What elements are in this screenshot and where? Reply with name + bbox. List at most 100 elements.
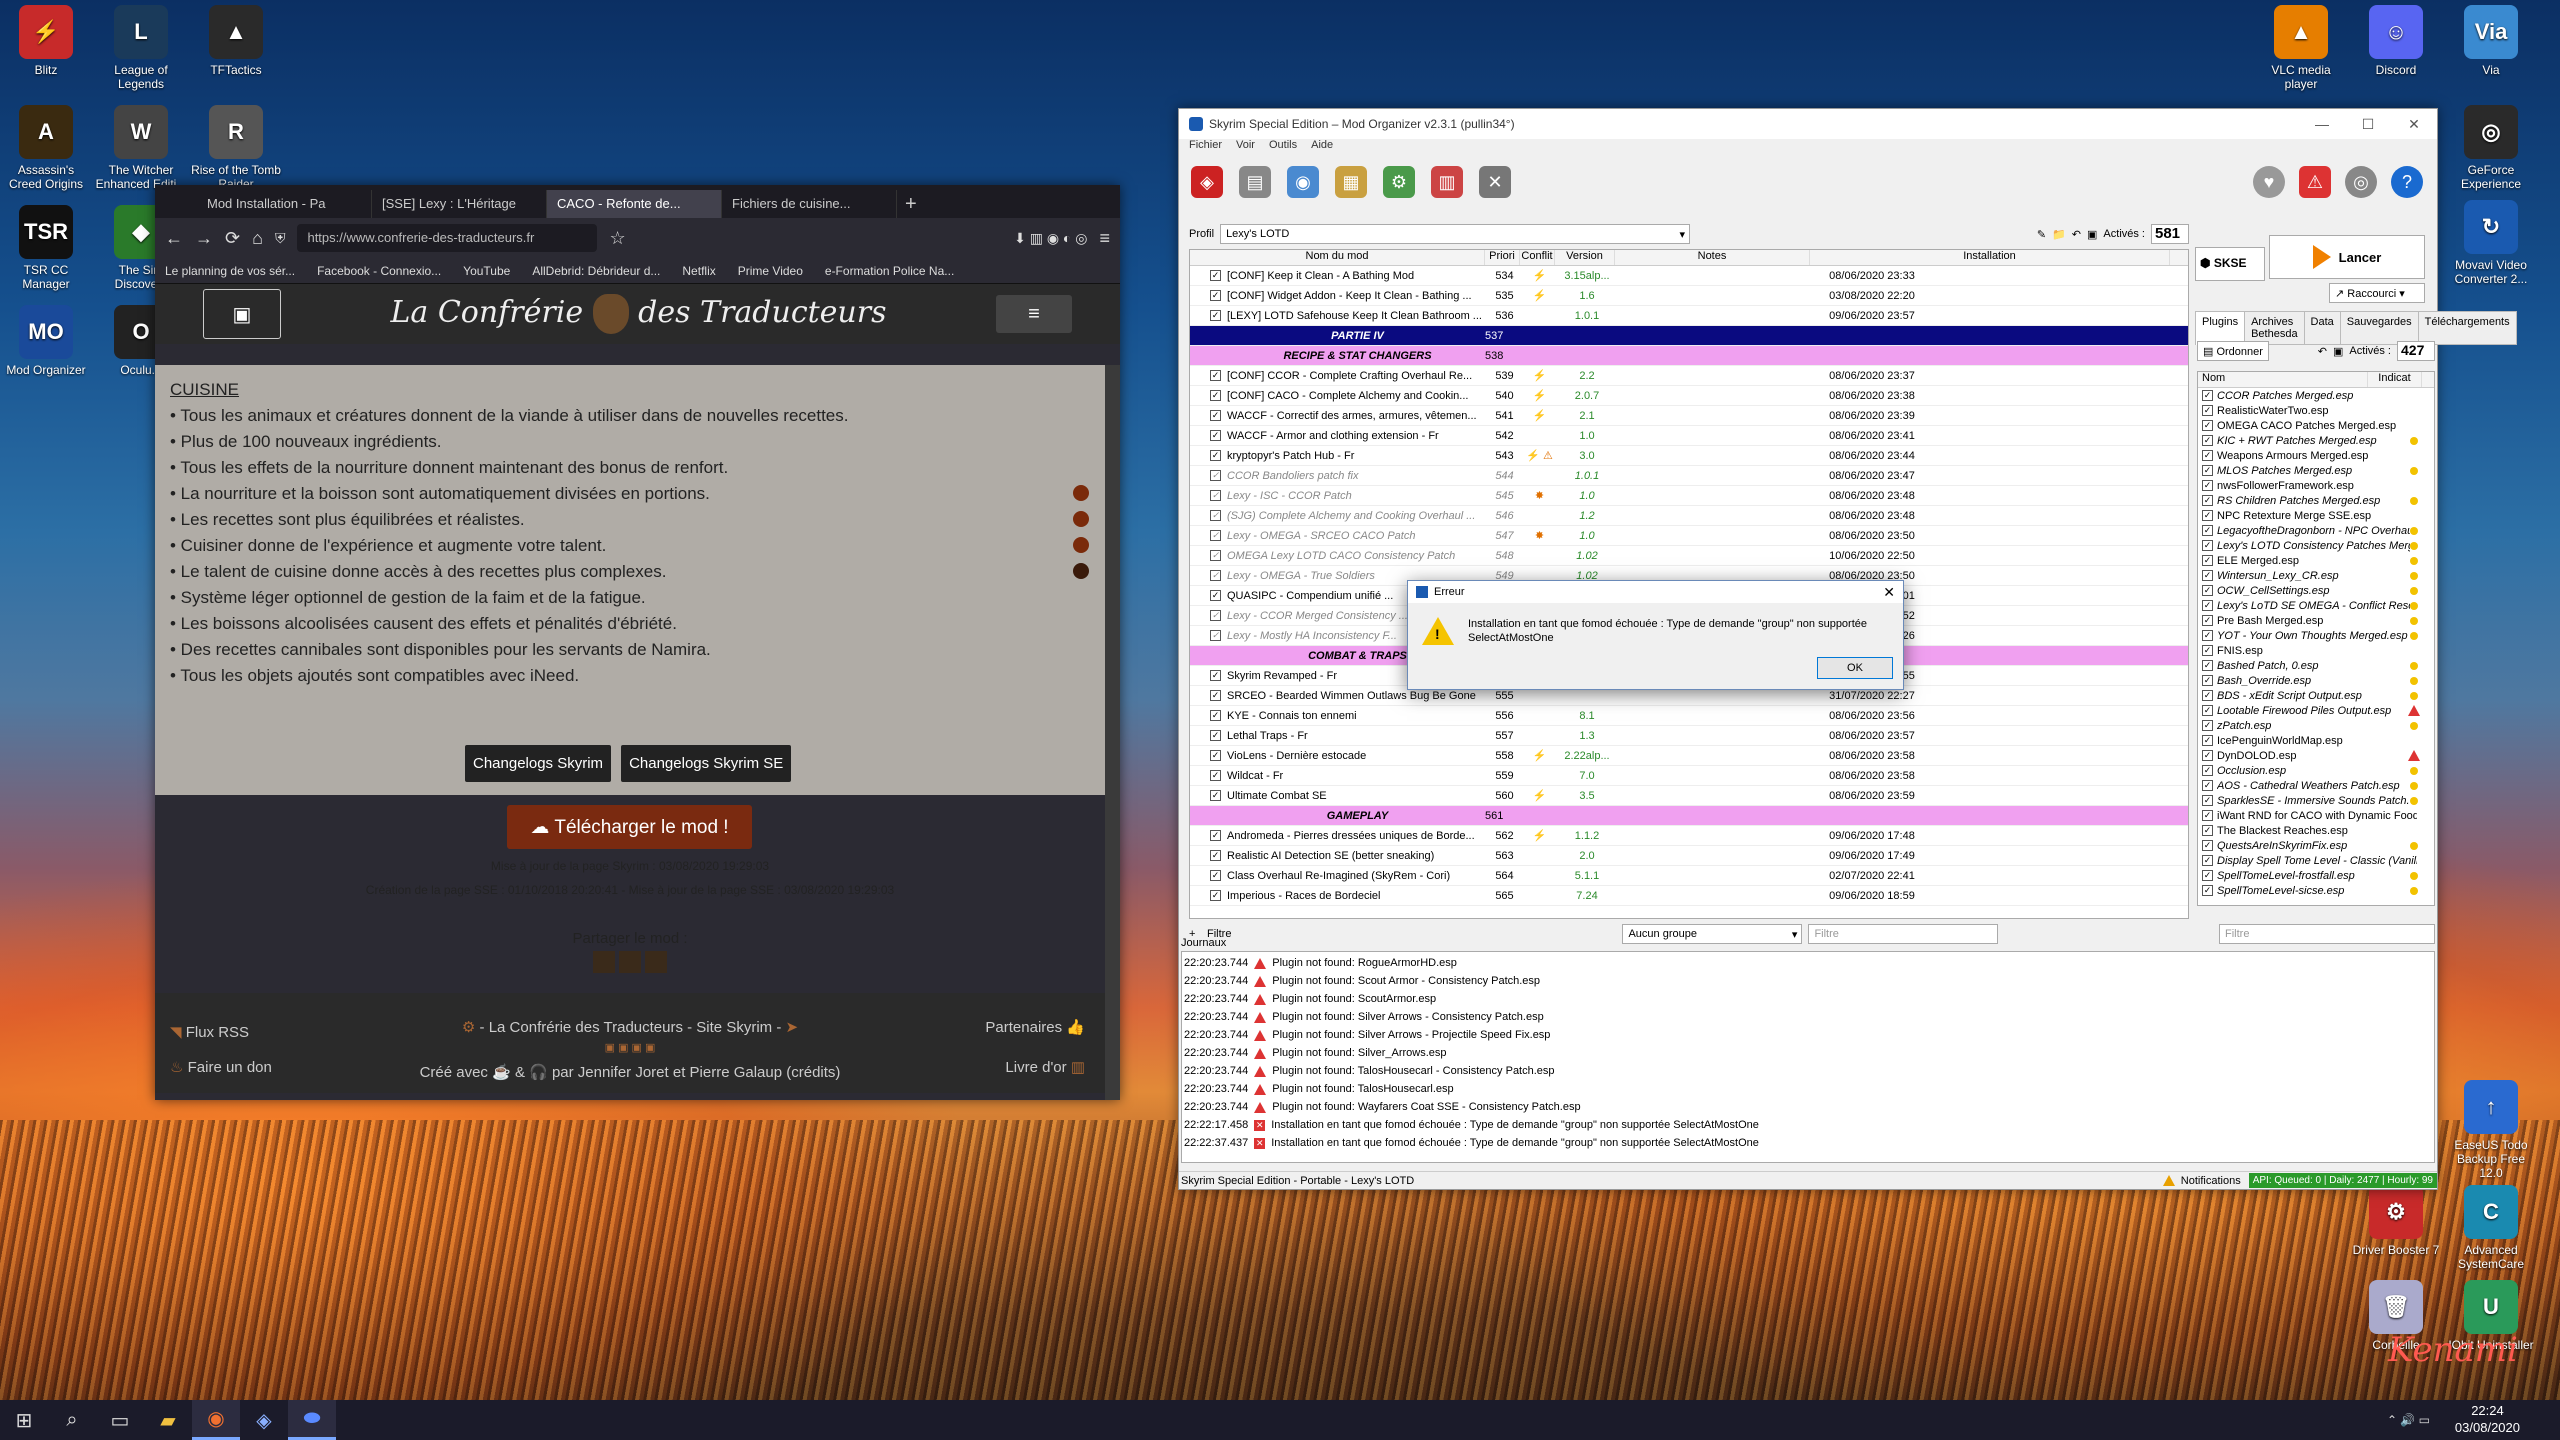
- plugin-checkbox[interactable]: ✓: [2202, 780, 2213, 791]
- mod-row[interactable]: ✓ Imperious - Races de Bordeciel 565 7.24 09…: [1190, 886, 2188, 906]
- mod-row[interactable]: ✓ [CONF] Keep it Clean - A Bathing Mod 534…: [1190, 266, 2188, 286]
- plugin-row[interactable]: ✓ BDS - xEdit Script Output.esp: [2198, 688, 2434, 703]
- close-icon[interactable]: ✕: [2391, 116, 2437, 133]
- plugin-row[interactable]: ✓ Lexy's LOTD Consistency Patches Merged.…: [2198, 538, 2434, 553]
- mod-enabled-checkbox[interactable]: ✓: [1210, 610, 1221, 621]
- page-scrollbar[interactable]: [1105, 365, 1120, 1100]
- bookmark-item[interactable]: Facebook - Connexio...: [317, 264, 441, 278]
- plugin-checkbox[interactable]: ✓: [2202, 705, 2213, 716]
- plugin-checkbox[interactable]: ✓: [2202, 840, 2213, 851]
- mod-enabled-checkbox[interactable]: ✓: [1210, 870, 1221, 881]
- partners-link[interactable]: Partenaires 👍: [985, 1018, 1085, 1036]
- menu-aide[interactable]: Aide: [1311, 139, 1333, 157]
- mod-enabled-checkbox[interactable]: ✓: [1210, 410, 1221, 421]
- bookmark-item[interactable]: YouTube: [463, 264, 510, 278]
- back-icon[interactable]: ←: [165, 228, 183, 249]
- mod-row[interactable]: ✓ Realistic AI Detection SE (better sneak…: [1190, 846, 2188, 866]
- ok-button[interactable]: OK: [1817, 657, 1893, 679]
- dot-1[interactable]: [1073, 485, 1089, 501]
- problems-icon[interactable]: ⚠: [2299, 166, 2331, 198]
- guestbook-link[interactable]: Livre d'or ▥: [1005, 1058, 1085, 1076]
- plugin-row[interactable]: ✓ LegacyoftheDragonborn - NPC Overhaul.es…: [2198, 523, 2434, 538]
- plugin-row[interactable]: ✓ QuestsAreInSkyrimFix.esp: [2198, 838, 2434, 853]
- clock[interactable]: 22:24 03/08/2020: [2455, 1402, 2520, 1436]
- desktop-icon[interactable]: ⚡ Blitz: [0, 5, 92, 77]
- plugin-checkbox[interactable]: ✓: [2202, 765, 2213, 776]
- mod-row[interactable]: ✓ Lexy - ISC - CCOR Patch 545 ✸ 1.0 08/06/202…: [1190, 486, 2188, 506]
- desktop-icon[interactable]: ↻ Movavi Video Converter 2...: [2445, 200, 2537, 286]
- plugin-checkbox[interactable]: ✓: [2202, 420, 2213, 431]
- launcher-select[interactable]: ⬢ SKSE: [2195, 247, 2265, 281]
- plugin-checkbox[interactable]: ✓: [2202, 480, 2213, 491]
- bookmark-item[interactable]: Le planning de vos sér...: [165, 264, 295, 278]
- mod-row[interactable]: ✓ VioLens - Dernière estocade 558 ⚡ 2.22alp.…: [1190, 746, 2188, 766]
- desktop-icon[interactable]: A Assassin's Creed Origins: [0, 105, 92, 191]
- plugin-checkbox[interactable]: ✓: [2202, 885, 2213, 896]
- mod-filter-input[interactable]: Filtre: [1808, 924, 1999, 944]
- plugin-checkbox[interactable]: ✓: [2202, 555, 2213, 566]
- col-conflict[interactable]: Conflit: [1520, 250, 1555, 265]
- plugin-row[interactable]: ✓ AOS - Cathedral Weathers Patch.esp: [2198, 778, 2434, 793]
- desktop-icon[interactable]: ▲ TFTactics: [190, 5, 282, 77]
- instance-icon[interactable]: ◈: [1191, 166, 1223, 198]
- desktop-icon[interactable]: R Rise of the Tomb Raider: [190, 105, 282, 191]
- tab-archives[interactable]: Archives Bethesda: [2244, 311, 2305, 345]
- bookmark-item[interactable]: Prime Video: [738, 264, 803, 278]
- mod-row[interactable]: ✓ Lexy - OMEGA - SRCEO CACO Patch 547 ✸ 1.0 0…: [1190, 526, 2188, 546]
- plugin-checkbox[interactable]: ✓: [2202, 390, 2213, 401]
- dot-2[interactable]: [1073, 511, 1089, 527]
- minimize-icon[interactable]: —: [2299, 116, 2345, 133]
- plugin-checkbox[interactable]: ✓: [2202, 735, 2213, 746]
- desktop-icon[interactable]: ↑ EaseUS Todo Backup Free 12.0: [2445, 1080, 2537, 1180]
- tab-plugins[interactable]: Plugins: [2195, 311, 2246, 345]
- plugin-checkbox[interactable]: ✓: [2202, 540, 2213, 551]
- desktop-icon[interactable]: C Advanced SystemCare: [2445, 1185, 2537, 1271]
- plugin-checkbox[interactable]: ✓: [2202, 795, 2213, 806]
- dot-3[interactable]: [1073, 537, 1089, 553]
- new-tab-icon[interactable]: +: [897, 191, 925, 218]
- mo-running-taskbar-icon[interactable]: ⬬: [288, 1400, 336, 1440]
- plugin-checkbox[interactable]: ✓: [2202, 645, 2213, 656]
- mod-enabled-checkbox[interactable]: ✓: [1210, 490, 1221, 501]
- tab-data[interactable]: Data: [2303, 311, 2341, 345]
- col-plugin-name[interactable]: Nom: [2198, 372, 2368, 387]
- plugin-checkbox[interactable]: ✓: [2202, 720, 2213, 731]
- col-indicators[interactable]: Indicat: [2368, 372, 2422, 387]
- desktop-icon[interactable]: ▲ VLC media player: [2255, 5, 2347, 91]
- desktop-icon[interactable]: ☺ Discord: [2350, 5, 2442, 77]
- plugin-row[interactable]: ✓ IcePenguinWorldMap.esp: [2198, 733, 2434, 748]
- download-button[interactable]: ☁ Télécharger le mod !: [507, 805, 752, 849]
- bookmark-star-icon[interactable]: ☆: [609, 228, 625, 249]
- mod-row[interactable]: ✓ [CONF] CACO - Complete Alchemy and Cook…: [1190, 386, 2188, 406]
- tools-icon[interactable]: ▥: [1431, 166, 1463, 198]
- notifications-button[interactable]: Notifications: [2157, 1175, 2241, 1187]
- plugin-checkbox[interactable]: ✓: [2202, 510, 2213, 521]
- plugin-row[interactable]: ✓ FNIS.esp: [2198, 643, 2434, 658]
- plugin-checkbox[interactable]: ✓: [2202, 465, 2213, 476]
- file-explorer-icon[interactable]: ▰: [144, 1400, 192, 1440]
- shield-icon[interactable]: ⛨: [275, 230, 286, 247]
- mod-row[interactable]: ✓ [CONF] Widget Addon - Keep It Clean - B…: [1190, 286, 2188, 306]
- changelog-se-button[interactable]: Changelogs Skyrim SE: [621, 745, 792, 782]
- plugin-checkbox[interactable]: ✓: [2202, 675, 2213, 686]
- separator-row[interactable]: RECIPE & STAT CHANGERS 538: [1190, 346, 2188, 366]
- plugin-row[interactable]: ✓ CCOR Patches Merged.esp: [2198, 388, 2434, 403]
- desktop-icon[interactable]: Via Via: [2445, 5, 2537, 77]
- search-icon[interactable]: ⌕: [48, 1400, 96, 1440]
- mod-enabled-checkbox[interactable]: ✓: [1210, 790, 1221, 801]
- forward-icon[interactable]: →: [195, 228, 213, 249]
- mail-icon[interactable]: [645, 951, 667, 973]
- extensions-icon[interactable]: ⬇ ▥ ◉ ◐ ◎: [1014, 230, 1087, 247]
- plugin-row[interactable]: ✓ RS Children Patches Merged.esp: [2198, 493, 2434, 508]
- tab-fichiers[interactable]: Fichiers de cuisine...: [722, 190, 897, 218]
- bookmark-item[interactable]: Netflix: [682, 264, 715, 278]
- mod-enabled-checkbox[interactable]: ✓: [1210, 730, 1221, 741]
- mod-enabled-checkbox[interactable]: ✓: [1210, 710, 1221, 721]
- tab-caco[interactable]: CACO - Refonte de...: [547, 190, 722, 218]
- mod-row[interactable]: ✓ [LEXY] LOTD Safehouse Keep It Clean Bat…: [1190, 306, 2188, 326]
- plugin-checkbox[interactable]: ✓: [2202, 660, 2213, 671]
- footer-credits[interactable]: Créé avec ☕ & 🎧 par Jennifer Joret et Pi…: [155, 1063, 1105, 1081]
- reload-icon[interactable]: ⟳: [225, 228, 240, 249]
- plugins-backup-icon[interactable]: ▣: [2333, 345, 2343, 358]
- desktop-icon[interactable]: MO Mod Organizer: [0, 305, 92, 377]
